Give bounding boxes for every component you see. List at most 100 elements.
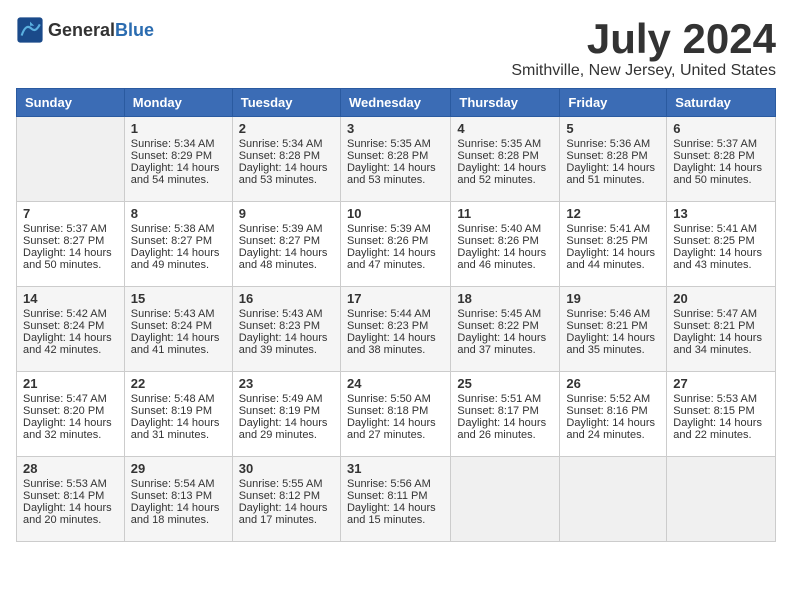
day-number: 31	[347, 461, 444, 476]
logo-blue: Blue	[115, 20, 154, 40]
table-row: 30Sunrise: 5:55 AMSunset: 8:12 PMDayligh…	[232, 457, 340, 542]
table-row: 5Sunrise: 5:36 AMSunset: 8:28 PMDaylight…	[560, 117, 667, 202]
daylight-text: Daylight: 14 hours and 29 minutes.	[239, 417, 328, 441]
month-title: July 2024	[511, 16, 776, 62]
sunrise-text: Sunrise: 5:56 AM	[347, 478, 431, 490]
sunset-text: Sunset: 8:27 PM	[23, 235, 104, 247]
daylight-text: Daylight: 14 hours and 50 minutes.	[23, 247, 112, 271]
header-saturday: Saturday	[667, 89, 776, 117]
sunset-text: Sunset: 8:20 PM	[23, 405, 104, 417]
daylight-text: Daylight: 14 hours and 43 minutes.	[673, 247, 762, 271]
sunset-text: Sunset: 8:11 PM	[347, 490, 428, 502]
sunrise-text: Sunrise: 5:39 AM	[347, 223, 431, 235]
daylight-text: Daylight: 14 hours and 39 minutes.	[239, 332, 328, 356]
day-number: 5	[566, 121, 660, 136]
sunset-text: Sunset: 8:22 PM	[457, 320, 538, 332]
daylight-text: Daylight: 14 hours and 53 minutes.	[347, 162, 436, 186]
table-row: 31 Sunrise: 5:56 AMSunset: 8:11 PMDayligh…	[340, 457, 450, 542]
daylight-text: Daylight: 14 hours and 27 minutes.	[347, 417, 436, 441]
sunset-text: Sunset: 8:28 PM	[347, 150, 428, 162]
day-number: 10	[347, 206, 444, 221]
header-monday: Monday	[124, 89, 232, 117]
calendar-table: Sunday Monday Tuesday Wednesday Thursday…	[16, 88, 776, 542]
day-number: 23	[239, 376, 334, 391]
table-row	[451, 457, 560, 542]
table-row: 2Sunrise: 5:34 AMSunset: 8:28 PMDaylight…	[232, 117, 340, 202]
day-number: 26	[566, 376, 660, 391]
header-friday: Friday	[560, 89, 667, 117]
day-number: 2	[239, 121, 334, 136]
table-row: 21Sunrise: 5:47 AMSunset: 8:20 PMDayligh…	[17, 372, 125, 457]
sunrise-text: Sunrise: 5:34 AM	[131, 138, 215, 150]
day-number: 29	[131, 461, 226, 476]
day-number: 17	[347, 291, 444, 306]
sunset-text: Sunset: 8:26 PM	[347, 235, 428, 247]
daylight-text: Daylight: 14 hours and 15 minutes.	[347, 502, 436, 526]
header-thursday: Thursday	[451, 89, 560, 117]
logo-general: General	[48, 20, 115, 40]
daylight-text: Daylight: 14 hours and 54 minutes.	[131, 162, 220, 186]
sunset-text: Sunset: 8:28 PM	[566, 150, 647, 162]
sunrise-text: Sunrise: 5:50 AM	[347, 393, 431, 405]
sunrise-text: Sunrise: 5:43 AM	[131, 308, 215, 320]
sunrise-text: Sunrise: 5:44 AM	[347, 308, 431, 320]
table-row: 12Sunrise: 5:41 AMSunset: 8:25 PMDayligh…	[560, 202, 667, 287]
sunrise-text: Sunrise: 5:53 AM	[673, 393, 757, 405]
table-row	[667, 457, 776, 542]
table-row: 11Sunrise: 5:40 AMSunset: 8:26 PMDayligh…	[451, 202, 560, 287]
daylight-text: Daylight: 14 hours and 35 minutes.	[566, 332, 655, 356]
day-number: 24	[347, 376, 444, 391]
day-number: 7	[23, 206, 118, 221]
daylight-text: Daylight: 14 hours and 38 minutes.	[347, 332, 436, 356]
day-number: 4	[457, 121, 553, 136]
table-row: 25Sunrise: 5:51 AMSunset: 8:17 PMDayligh…	[451, 372, 560, 457]
sunset-text: Sunset: 8:25 PM	[566, 235, 647, 247]
day-number: 3	[347, 121, 444, 136]
logo: GeneralBlue	[16, 16, 154, 44]
sunset-text: Sunset: 8:21 PM	[673, 320, 754, 332]
table-row: 23Sunrise: 5:49 AMSunset: 8:19 PMDayligh…	[232, 372, 340, 457]
sunrise-text: Sunrise: 5:38 AM	[131, 223, 215, 235]
table-row: 28Sunrise: 5:53 AMSunset: 8:14 PMDayligh…	[17, 457, 125, 542]
table-row	[17, 117, 125, 202]
sunrise-text: Sunrise: 5:37 AM	[673, 138, 757, 150]
calendar-header: Sunday Monday Tuesday Wednesday Thursday…	[17, 89, 776, 117]
sunrise-text: Sunrise: 5:53 AM	[23, 478, 107, 490]
header-sunday: Sunday	[17, 89, 125, 117]
sunset-text: Sunset: 8:17 PM	[457, 405, 538, 417]
daylight-text: Daylight: 14 hours and 49 minutes.	[131, 247, 220, 271]
sunrise-text: Sunrise: 5:55 AM	[239, 478, 323, 490]
table-row: 8Sunrise: 5:38 AMSunset: 8:27 PMDaylight…	[124, 202, 232, 287]
day-number: 25	[457, 376, 553, 391]
table-row: 26Sunrise: 5:52 AMSunset: 8:16 PMDayligh…	[560, 372, 667, 457]
sunset-text: Sunset: 8:16 PM	[566, 405, 647, 417]
daylight-text: Daylight: 14 hours and 53 minutes.	[239, 162, 328, 186]
table-row: 10Sunrise: 5:39 AMSunset: 8:26 PMDayligh…	[340, 202, 450, 287]
daylight-text: Daylight: 14 hours and 31 minutes.	[131, 417, 220, 441]
table-row: 27Sunrise: 5:53 AMSunset: 8:15 PMDayligh…	[667, 372, 776, 457]
daylight-text: Daylight: 14 hours and 34 minutes.	[673, 332, 762, 356]
daylight-text: Daylight: 14 hours and 52 minutes.	[457, 162, 546, 186]
sunset-text: Sunset: 8:25 PM	[673, 235, 754, 247]
day-number: 8	[131, 206, 226, 221]
sunset-text: Sunset: 8:28 PM	[673, 150, 754, 162]
daylight-text: Daylight: 14 hours and 26 minutes.	[457, 417, 546, 441]
sunset-text: Sunset: 8:24 PM	[131, 320, 212, 332]
table-row: 29Sunrise: 5:54 AMSunset: 8:13 PMDayligh…	[124, 457, 232, 542]
logo-icon	[16, 16, 44, 44]
sunset-text: Sunset: 8:28 PM	[457, 150, 538, 162]
sunrise-text: Sunrise: 5:41 AM	[673, 223, 757, 235]
day-number: 13	[673, 206, 769, 221]
sunrise-text: Sunrise: 5:37 AM	[23, 223, 107, 235]
sunrise-text: Sunrise: 5:40 AM	[457, 223, 541, 235]
sunset-text: Sunset: 8:29 PM	[131, 150, 212, 162]
table-row: 3Sunrise: 5:35 AMSunset: 8:28 PMDaylight…	[340, 117, 450, 202]
day-number: 1	[131, 121, 226, 136]
daylight-text: Daylight: 14 hours and 18 minutes.	[131, 502, 220, 526]
day-number: 22	[131, 376, 226, 391]
table-row: 13 Sunrise: 5:41 AMSunset: 8:25 PMDayligh…	[667, 202, 776, 287]
day-number: 19	[566, 291, 660, 306]
daylight-text: Daylight: 14 hours and 17 minutes.	[239, 502, 328, 526]
sunrise-text: Sunrise: 5:48 AM	[131, 393, 215, 405]
day-number: 20	[673, 291, 769, 306]
